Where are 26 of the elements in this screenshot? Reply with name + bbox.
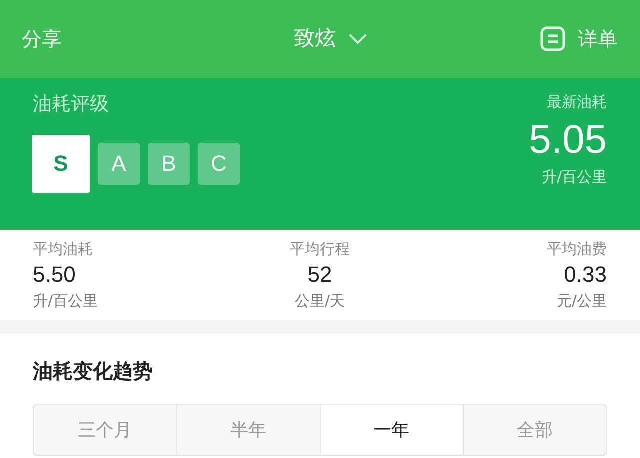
- period-tab[interactable]: 三个月: [34, 405, 176, 455]
- period-tab[interactable]: 全部: [462, 405, 606, 455]
- trend-title: 油耗变化趋势: [33, 358, 154, 385]
- stat-value: 5.50: [33, 261, 76, 289]
- list-icon: [540, 26, 566, 52]
- latest-label: 最新油耗: [547, 92, 607, 113]
- stat-label: 平均油费: [546, 238, 607, 260]
- details-button[interactable]: 详单: [540, 24, 618, 54]
- car-selector[interactable]: 致炫: [294, 23, 368, 55]
- grade-badge[interactable]: B: [148, 142, 190, 184]
- stat-value: 0.33: [564, 261, 607, 289]
- stat-unit: 公里/天: [294, 291, 346, 312]
- stat-unit: 元/公里: [556, 291, 607, 312]
- grade-badge[interactable]: A: [98, 142, 140, 184]
- latest-unit: 升/百公里: [542, 166, 607, 188]
- latest-value: 5.05: [529, 116, 607, 164]
- stat-value: 52: [308, 261, 332, 289]
- period-tab[interactable]: 半年: [176, 405, 320, 455]
- stat-label: 平均油耗: [33, 238, 93, 260]
- grade-badge[interactable]: C: [198, 142, 240, 184]
- share-button[interactable]: 分享: [22, 24, 62, 54]
- chevron-down-icon: [348, 33, 368, 45]
- rating-label: 油耗评级: [33, 92, 110, 117]
- stat-label: 平均行程: [290, 238, 350, 260]
- stat-unit: 升/百公里: [33, 291, 98, 312]
- grade-badge[interactable]: S: [32, 134, 90, 192]
